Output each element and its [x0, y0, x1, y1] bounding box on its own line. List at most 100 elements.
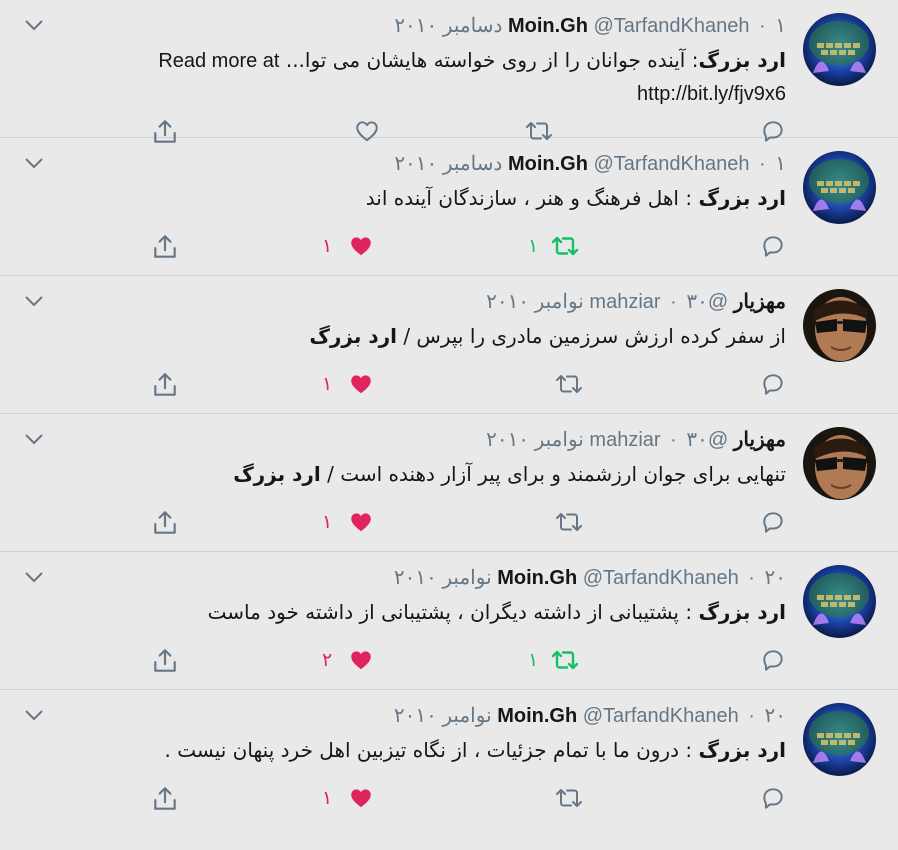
like-count: ۱ [322, 787, 333, 809]
avatar[interactable] [803, 13, 876, 86]
share-icon [154, 511, 176, 534]
avatar[interactable] [803, 151, 876, 224]
like-button[interactable]: ۱ [322, 509, 374, 535]
tweet-text: ارد بزرگ : اهل فرهنگ و هنر ، سازندگان آی… [66, 182, 786, 214]
avatar[interactable] [803, 565, 876, 638]
reply-button[interactable] [760, 509, 786, 535]
user-handle[interactable]: @TarfandKhaneh [583, 705, 739, 727]
keyboard-avatar-image [803, 13, 876, 86]
chevron-down-icon[interactable] [24, 708, 44, 722]
share-icon [154, 373, 176, 396]
tweet-header: Moin.Gh @TarfandKhaneh · ۱ دسامبر ۲۰۱۰ [394, 152, 786, 176]
tweet-header: Moin.Gh @TarfandKhaneh · ۲۰ نوامبر ۲۰۱۰ [394, 704, 786, 728]
tweet-link[interactable]: http://bit.ly/fjv9x6 [637, 83, 786, 105]
read-more-label: Read more at [158, 50, 280, 72]
retweet-button[interactable]: ۱ [528, 647, 580, 673]
keyboard-avatar-image [803, 565, 876, 638]
tweet[interactable]: Moin.Gh @TarfandKhaneh · ۲۰ نوامبر ۲۰۱۰ … [0, 552, 898, 690]
tweet[interactable]: مهزیار @mahziar · ۳۰ نوامبر ۲۰۱۰ تنهایی … [0, 414, 898, 552]
tweet-feed: Moin.Gh @TarfandKhaneh · ۱ دسامبر ۲۰۱۰ ا… [0, 0, 898, 828]
retweet-count: ۱ [528, 649, 539, 671]
avatar[interactable] [803, 703, 876, 776]
display-name[interactable]: Moin.Gh [497, 567, 577, 589]
tweet[interactable]: Moin.Gh @TarfandKhaneh · ۲۰ نوامبر ۲۰۱۰ … [0, 690, 898, 828]
tweet-text: ارد بزرگ: آینده جوانان را از روی خواسته … [66, 44, 786, 110]
author-suffix: ارد بزرگ [233, 462, 321, 486]
share-button[interactable] [152, 371, 178, 399]
reply-icon [763, 788, 783, 809]
user-handle[interactable]: @mahziar [589, 291, 728, 313]
tweet-header: Moin.Gh @TarfandKhaneh · ۲۰ نوامبر ۲۰۱۰ [394, 566, 786, 590]
display-name[interactable]: Moin.Gh [497, 705, 577, 727]
tweet[interactable]: مهزیار @mahziar · ۳۰ نوامبر ۲۰۱۰ از سفر … [0, 276, 898, 414]
chevron-down-icon[interactable] [24, 570, 44, 584]
display-name[interactable]: Moin.Gh [508, 153, 588, 175]
tweet-content: : پشتیبانی از داشته دیگران ، پشتیبانی از… [207, 600, 699, 624]
tweet[interactable]: Moin.Gh @TarfandKhaneh · ۱ دسامبر ۲۰۱۰ ا… [0, 0, 898, 143]
heart-filled-icon [351, 651, 371, 670]
sunglasses-avatar-image [803, 427, 876, 500]
user-handle[interactable]: @TarfandKhaneh [593, 15, 749, 37]
tweet[interactable]: Moin.Gh @TarfandKhaneh · ۱ دسامبر ۲۰۱۰ ا… [0, 138, 898, 276]
separator: · [748, 705, 755, 727]
separator: · [748, 567, 755, 589]
like-count: ۱ [322, 373, 333, 395]
tweet-text: ارد بزرگ : درون ما با تمام جزئیات ، از ن… [66, 734, 786, 766]
user-handle[interactable]: @mahziar [589, 429, 728, 451]
chevron-down-icon[interactable] [24, 432, 44, 446]
chevron-down-icon[interactable] [24, 156, 44, 170]
share-button[interactable] [152, 785, 178, 813]
sunglasses-avatar-image [803, 289, 876, 362]
tweet-content: : درون ما با تمام جزئیات ، از نگاه تیزبی… [164, 738, 699, 762]
tweet-content: تنهایی برای جوان ارزشمند و برای پیر آزار… [320, 462, 786, 486]
like-count: ۱ [322, 235, 333, 257]
reply-icon [763, 374, 783, 395]
heart-filled-icon [351, 375, 371, 394]
separator: · [670, 429, 677, 451]
retweet-button[interactable] [554, 785, 584, 811]
retweet-icon [556, 375, 582, 393]
like-button[interactable]: ۲ [322, 647, 374, 673]
reply-icon [763, 236, 783, 257]
share-button[interactable] [152, 233, 178, 261]
chevron-down-icon[interactable] [24, 18, 44, 32]
chevron-down-icon[interactable] [24, 294, 44, 308]
share-button[interactable] [152, 509, 178, 537]
tweet-header: مهزیار @mahziar · ۳۰ نوامبر ۲۰۱۰ [486, 290, 786, 314]
display-name[interactable]: Moin.Gh [508, 15, 588, 37]
share-button[interactable] [152, 647, 178, 675]
separator: · [759, 15, 766, 37]
tweet-header: مهزیار @mahziar · ۳۰ نوامبر ۲۰۱۰ [486, 428, 786, 452]
like-button[interactable]: ۱ [322, 371, 374, 397]
user-handle[interactable]: @TarfandKhaneh [583, 567, 739, 589]
like-button[interactable]: ۱ [322, 785, 374, 811]
retweet-button[interactable] [554, 371, 584, 397]
tweet-content: : اهل فرهنگ و هنر ، سازندگان آینده اند [365, 186, 699, 210]
author-prefix: ارد بزرگ [698, 186, 786, 210]
author-prefix: ارد بزرگ [698, 738, 786, 762]
share-icon [154, 235, 176, 258]
display-name[interactable]: مهزیار [734, 429, 786, 451]
heart-filled-icon [351, 513, 371, 532]
user-handle[interactable]: @TarfandKhaneh [593, 153, 749, 175]
retweet-button[interactable]: ۱ [528, 233, 580, 259]
retweet-icon [556, 789, 582, 807]
retweet-button[interactable] [554, 509, 584, 535]
reply-button[interactable] [760, 371, 786, 397]
share-icon [154, 649, 176, 672]
reply-icon [763, 650, 783, 671]
like-button[interactable]: ۱ [322, 233, 374, 259]
tweet-text: تنهایی برای جوان ارزشمند و برای پیر آزار… [66, 458, 786, 490]
reply-button[interactable] [760, 785, 786, 811]
retweet-icon [552, 650, 579, 670]
author-prefix: ارد بزرگ [698, 48, 786, 72]
tweet-header: Moin.Gh @TarfandKhaneh · ۱ دسامبر ۲۰۱۰ [394, 14, 786, 38]
reply-button[interactable] [760, 233, 786, 259]
retweet-count: ۱ [528, 235, 539, 257]
avatar[interactable] [803, 427, 876, 500]
reply-button[interactable] [760, 647, 786, 673]
reply-icon [763, 512, 783, 533]
avatar[interactable] [803, 289, 876, 362]
keyboard-avatar-image [803, 151, 876, 224]
display-name[interactable]: مهزیار [734, 291, 786, 313]
